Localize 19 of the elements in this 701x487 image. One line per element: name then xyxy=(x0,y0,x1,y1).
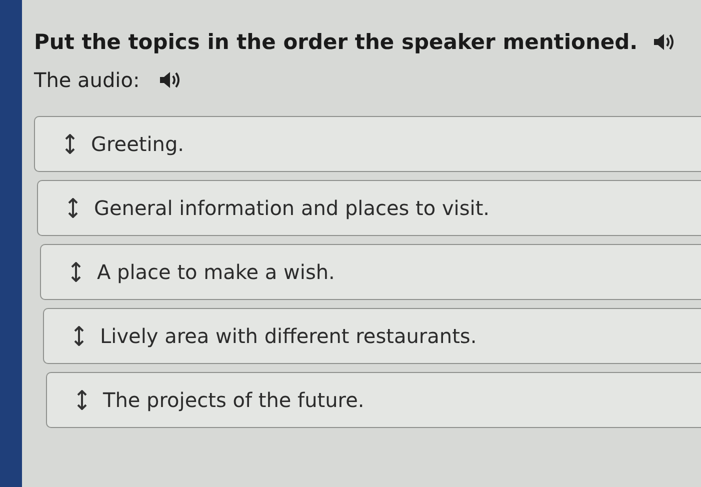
drag-handle-icon[interactable] xyxy=(74,326,84,346)
draggable-answer-card[interactable]: General information and places to visit. xyxy=(37,180,701,236)
speaker-icon[interactable] xyxy=(158,70,182,90)
answer-text: A place to make a wish. xyxy=(97,260,335,284)
draggable-answer-card[interactable]: Greeting. xyxy=(34,116,701,172)
drag-handle-icon[interactable] xyxy=(68,198,78,218)
drag-handle-icon[interactable] xyxy=(71,262,81,282)
draggable-answer-card[interactable]: The projects of the future. xyxy=(46,372,701,428)
speaker-icon[interactable] xyxy=(652,32,676,52)
answer-text: General information and places to visit. xyxy=(94,196,490,220)
drag-handle-icon[interactable] xyxy=(65,134,75,154)
audio-label: The audio: xyxy=(34,68,140,92)
draggable-answer-card[interactable]: Lively area with different restaurants. xyxy=(43,308,701,364)
answer-text: Lively area with different restaurants. xyxy=(100,324,477,348)
drag-handle-icon[interactable] xyxy=(77,390,87,410)
question-prompt: Put the topics in the order the speaker mentioned. xyxy=(34,30,638,54)
answer-text: The projects of the future. xyxy=(103,388,364,412)
answer-text: Greeting. xyxy=(91,132,184,156)
draggable-answer-card[interactable]: A place to make a wish. xyxy=(40,244,701,300)
